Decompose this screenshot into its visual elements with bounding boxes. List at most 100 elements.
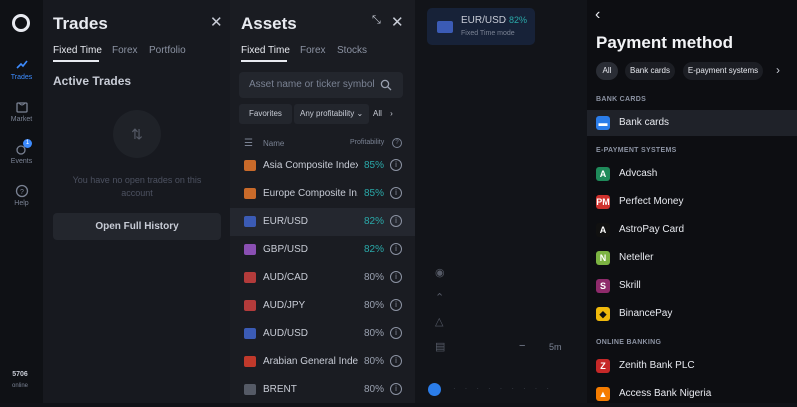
section-bank-cards: BANK CARDS [596,96,647,103]
payment-method-item[interactable]: ▬ Bank cards [587,110,797,136]
zoom-out-button[interactable]: − [519,340,525,352]
info-icon[interactable]: i [390,327,402,339]
tab-underline [241,60,287,62]
filter-all[interactable]: All › [373,104,393,124]
payment-title: Payment method [596,33,733,52]
asset-selector[interactable]: EUR/USD · 82% Fixed Time mode [427,8,535,45]
asset-row[interactable]: Arabian General Index 80% i [230,348,415,376]
asset-name: EUR/USD [263,216,309,227]
assets-title: Assets [241,14,297,33]
payment-method-label: Bank cards [619,117,670,128]
payment-logo-icon: Z [596,359,610,373]
payment-method-item[interactable]: Z Zenith Bank PLC [587,353,797,379]
rail-label-help: Help [14,200,29,207]
rail-item-market[interactable]: Market [0,100,43,123]
asset-row[interactable]: EUR/USD 82% i [230,208,415,236]
search-input[interactable]: Asset name or ticker symbol [249,79,375,90]
column-profitability: Profitability [350,139,385,146]
tab-stocks[interactable]: Stocks [337,45,367,56]
info-icon[interactable]: i [390,243,402,255]
layout-icon[interactable]: ▤ [435,340,445,353]
asset-name: AUD/USD [263,328,309,339]
payment-method-item[interactable]: ◆ BinancePay [587,301,797,327]
broadcast-icon[interactable]: ◉ [435,266,445,279]
back-icon[interactable]: ‹ [595,6,600,24]
empty-trades-icon: ⇅ [113,110,161,158]
asset-flag-icon [244,272,256,283]
payment-method-label: Access Bank Nigeria [619,388,712,399]
rail-item-events[interactable]: 1 Events [0,139,43,165]
rail-item-trades[interactable]: Trades [0,58,43,81]
asset-row[interactable]: AUD/CAD 80% i [230,264,415,292]
rail-item-help[interactable]: ? Help [0,184,43,207]
info-icon[interactable]: i [390,383,402,395]
app-logo[interactable] [12,14,30,32]
filter-favorites[interactable]: Favorites [239,104,292,124]
payment-method-label: Neteller [619,252,654,263]
help-icon[interactable]: ? [392,138,402,148]
asset-pair-pct: 82% [509,15,528,25]
asset-flag-icon [244,160,256,171]
info-icon[interactable]: i [390,271,402,283]
drawing-icon[interactable]: △ [435,315,443,328]
chip-bank-cards[interactable]: Bank cards [625,62,675,80]
payment-method-item[interactable]: A Advcash [587,161,797,187]
asset-row[interactable]: Asia Composite Index 85% i [230,152,415,180]
active-trades-heading: Active Trades [53,74,132,88]
timeline-dots: ········· [453,384,558,393]
collapse-icon[interactable]: ⤡ [372,14,381,27]
asset-row[interactable]: AUD/USD 80% i [230,320,415,348]
asset-name: Europe Composite In... [263,188,358,199]
trades-panel: Trades ✕ Fixed Time Forex Portfolio Acti… [43,0,230,403]
payment-method-item[interactable]: ▲ Access Bank Nigeria [587,381,797,407]
search-icon[interactable] [380,79,392,91]
time-cursor-icon[interactable] [428,383,441,396]
tab-underline [53,60,99,62]
asset-row[interactable]: AUD/JPY 80% i [230,292,415,320]
sort-icon[interactable]: ☰ [244,138,253,149]
asset-profitability: 80% [364,328,385,339]
tab-portfolio[interactable]: Portfolio [149,45,186,56]
info-icon[interactable]: i [390,187,402,199]
events-badge: 1 [23,139,32,148]
asset-name: Arabian General Index [263,356,358,367]
asset-row[interactable]: BRENT 80% i [230,376,415,404]
asset-row[interactable]: Europe Composite In... 85% i [230,180,415,208]
payment-method-item[interactable]: N Neteller [587,245,797,271]
payment-logo-icon: ▬ [596,116,610,130]
payment-logo-icon: A [596,167,610,181]
tab-forex[interactable]: Forex [112,45,138,56]
payment-logo-icon: S [596,279,610,293]
payment-logo-icon: N [596,251,610,265]
asset-flag-icon [244,188,256,199]
chevron-right-icon[interactable]: › [776,63,780,77]
chip-e-payment[interactable]: E-payment systems [683,62,763,80]
asset-name: AUD/CAD [263,272,309,283]
search-box[interactable]: Asset name or ticker symbol [239,72,403,98]
tab-forex[interactable]: Forex [300,45,326,56]
asset-row[interactable]: GBP/USD 82% i [230,236,415,264]
open-history-button[interactable]: Open Full History [53,213,221,240]
tab-fixed-time[interactable]: Fixed Time [241,45,290,56]
section-online-banking: ONLINE BANKING [596,339,662,346]
indicator-icon[interactable]: ⌃ [435,291,444,304]
close-icon[interactable]: ✕ [210,13,223,31]
payment-method-item[interactable]: A AstroPay Card [587,217,797,243]
chip-all[interactable]: All [596,62,618,80]
rail-label-events: Events [10,158,33,165]
payment-method-item[interactable]: PM Perfect Money [587,189,797,215]
svg-text:?: ? [20,189,24,196]
asset-profitability: 80% [364,300,385,311]
payment-logo-icon: A [596,223,610,237]
timeframe-label[interactable]: 5m [549,342,562,352]
close-icon[interactable]: ✕ [391,13,404,31]
info-icon[interactable]: i [390,159,402,171]
chevron-down-icon: ⌄ [356,109,364,118]
filter-profitability[interactable]: Any profitability ⌄ [294,104,370,124]
info-icon[interactable]: i [390,299,402,311]
tab-fixed-time[interactable]: Fixed Time [53,45,102,56]
payment-method-item[interactable]: S Skrill [587,273,797,299]
info-icon[interactable]: i [390,355,402,367]
payment-logo-icon: PM [596,195,610,209]
info-icon[interactable]: i [390,215,402,227]
